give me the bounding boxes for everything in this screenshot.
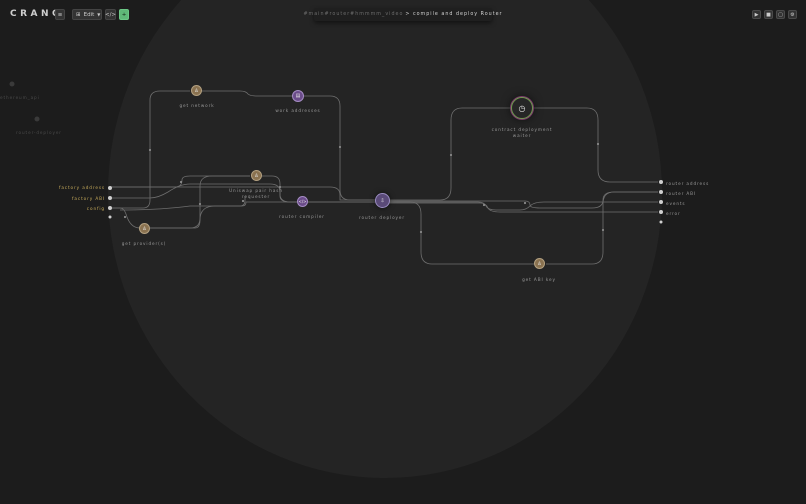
list-icon: ▤ — [295, 93, 301, 99]
edge-dot — [596, 142, 600, 146]
edge-provider-mid — [150, 196, 246, 229]
node-get-network[interactable]: ♙ — [191, 85, 202, 96]
node-uniswap-pair-hash-requester[interactable]: ♙ — [251, 170, 262, 181]
node-label-get-network: get network — [179, 103, 215, 108]
edge-dot — [179, 180, 183, 184]
edge-network-to-work — [202, 90, 292, 97]
edge-deployer-to-abi-key — [388, 201, 534, 265]
download-icon: ⇩ — [380, 197, 385, 204]
edge-dot — [338, 145, 342, 149]
output-port-router-abi[interactable] — [659, 190, 663, 194]
output-label-router-abi: router ABI — [666, 191, 697, 196]
node-label-uniswap-line2: requester — [241, 194, 271, 199]
output-label-error: error — [666, 211, 681, 216]
node-router-deployer[interactable]: ⇩ — [375, 193, 390, 208]
edge-dot — [198, 202, 202, 206]
ghost-label-router-deployer: router-deployer — [16, 130, 62, 135]
edge-dot — [419, 230, 423, 234]
input-port-factory-abi[interactable] — [108, 196, 112, 200]
node-label-work-addresses: work addresses — [275, 108, 321, 113]
input-label-factory-address: factory address — [58, 185, 105, 190]
output-port-extra[interactable] — [659, 220, 663, 224]
connection-edges — [110, 90, 658, 265]
code-icon: </> — [298, 199, 307, 204]
ghost-port — [34, 116, 40, 122]
output-port-router-address[interactable] — [659, 180, 663, 184]
edge-dot — [449, 153, 453, 157]
edge-waiter-to-router-address — [530, 107, 658, 183]
person-icon: ♙ — [254, 172, 259, 179]
clock-icon: ◷ — [518, 103, 526, 113]
person-icon: ♙ — [142, 225, 147, 232]
node-label-router-deployer: router deployer — [358, 215, 406, 220]
edge-dot — [482, 203, 486, 207]
person-icon: ♙ — [194, 87, 199, 94]
edge-dot — [241, 199, 245, 203]
edge-dot — [123, 215, 127, 219]
edge-abi-key-to-router-abi — [546, 191, 658, 265]
input-label-config: config — [86, 206, 105, 211]
input-label-factory-abi: factory ABI — [72, 196, 105, 201]
node-label-get-abi-key: get ABI key — [522, 277, 556, 282]
node-label-router-compiler: router compiler — [279, 214, 325, 219]
edge-dot — [148, 148, 152, 152]
input-port-extra[interactable] — [108, 215, 112, 219]
node-label-get-provider: get provider(s) — [121, 241, 167, 246]
output-port-events[interactable] — [659, 200, 663, 204]
node-get-provider[interactable]: ♙ — [139, 223, 150, 234]
input-port-config[interactable] — [108, 206, 112, 210]
input-port-factory-address[interactable] — [108, 186, 112, 190]
edge-config-to-compiler — [119, 201, 297, 211]
node-get-abi-key[interactable]: ♙ — [534, 258, 545, 269]
node-contract-deployment-waiter[interactable]: ◷ — [511, 97, 533, 119]
node-label-waiter-line2: waiter — [512, 133, 532, 138]
output-label-events: events — [666, 201, 686, 206]
edge-deployer-to-error — [388, 202, 658, 213]
edge-factory-address-to-uniswap — [110, 175, 250, 188]
edge-dot — [523, 201, 527, 205]
person-icon: ♙ — [537, 260, 542, 267]
ghost-label-ethereum-api: ethereum_api — [0, 95, 40, 100]
output-label-router-address: router address — [666, 181, 710, 186]
node-router-compiler[interactable]: </> — [297, 196, 308, 207]
output-port-error[interactable] — [659, 210, 663, 214]
ghost-port — [9, 81, 15, 87]
node-work-addresses[interactable]: ▤ — [292, 90, 304, 102]
edge-dot — [601, 228, 605, 232]
